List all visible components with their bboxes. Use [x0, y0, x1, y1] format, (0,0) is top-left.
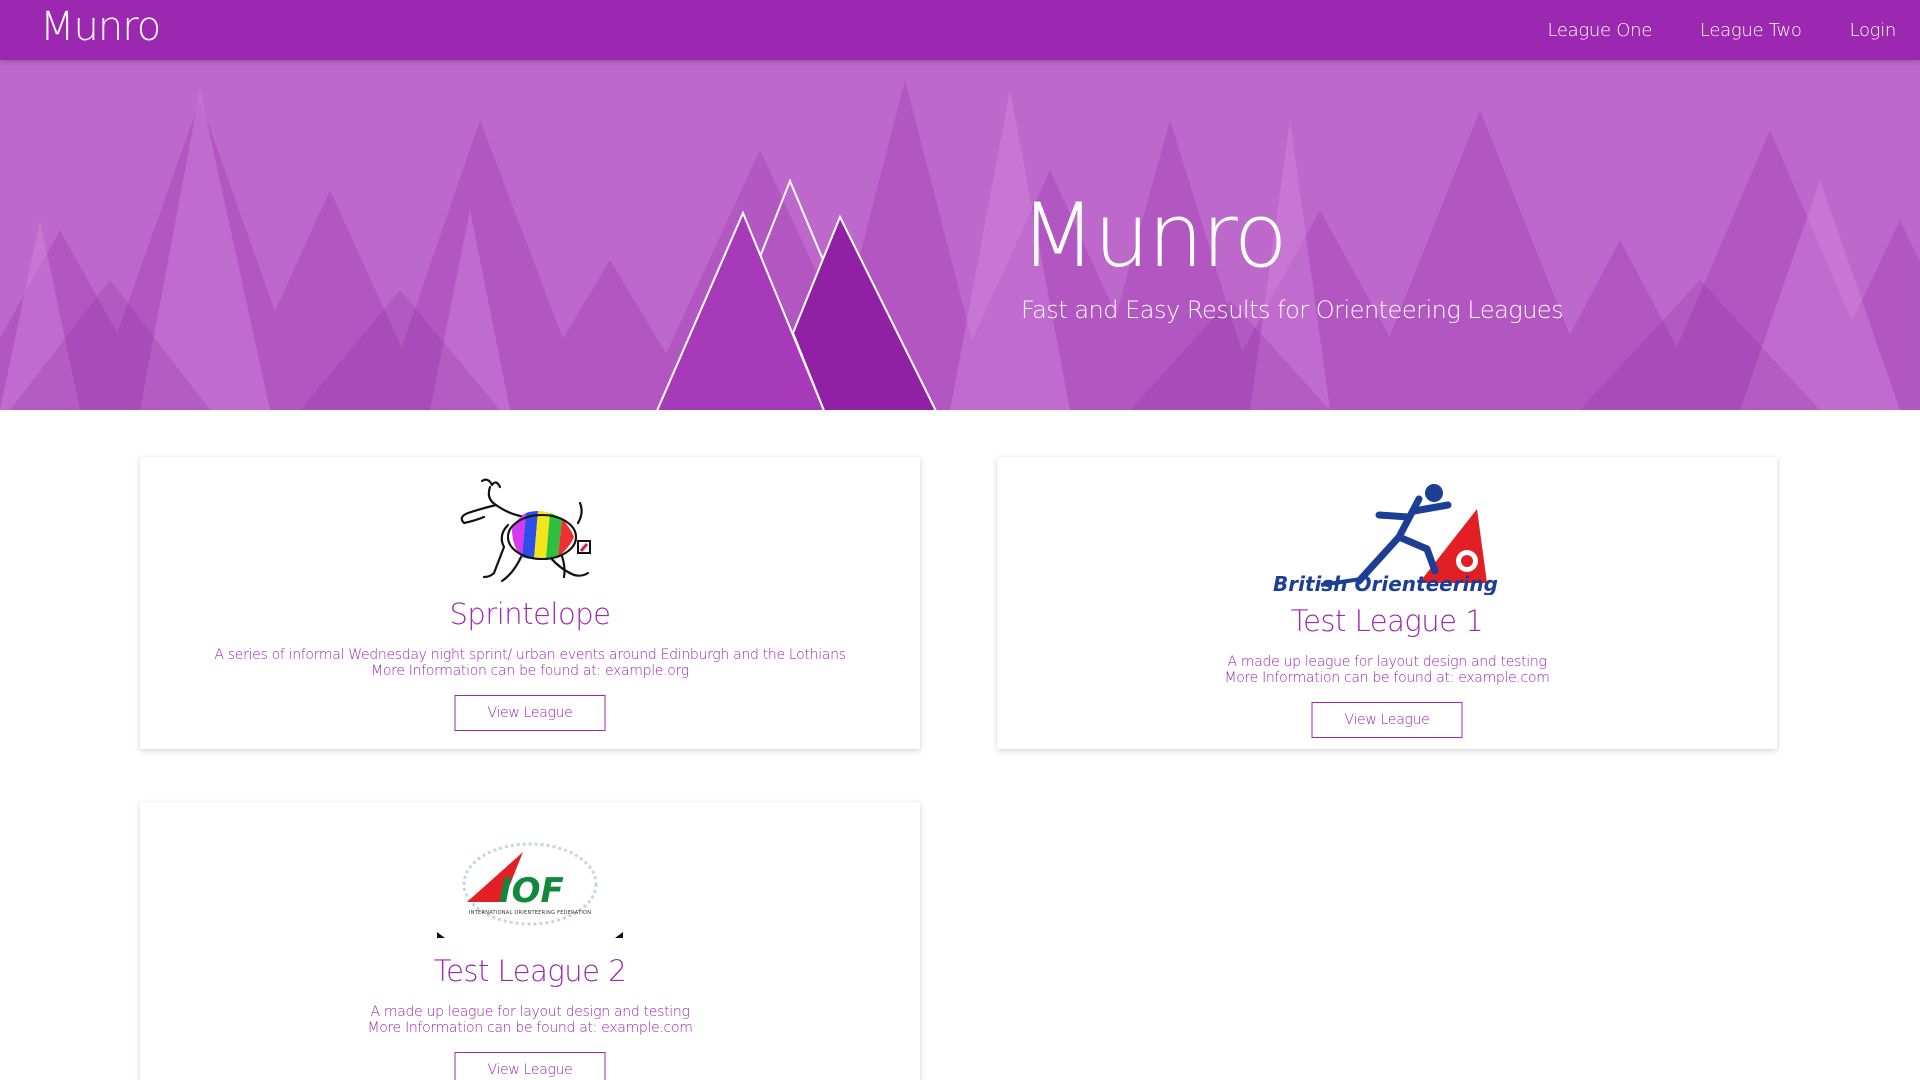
league-more-info: More Information can be found at: exampl…: [1224, 670, 1550, 686]
iof-logo-icon: IOF INTERNATIONAL ORIENTEERING FEDERATIO…: [437, 838, 623, 938]
british-orienteering-logo-text: British Orienteering: [1273, 572, 1498, 595]
league-card-test-league-2: IOF INTERNATIONAL ORIENTEERING FEDERATIO…: [140, 802, 920, 1080]
league-title: Test League 2: [433, 954, 627, 988]
top-navbar: Munro League One League Two Login: [0, 0, 1920, 60]
view-league-button[interactable]: View League: [1311, 702, 1463, 738]
mountain-logo-icon: [656, 178, 937, 410]
league-description: A series of informal Wednesday night spr…: [214, 647, 846, 663]
mountain-background-pattern: [0, 80, 1920, 410]
hero-title: Munro: [1020, 184, 1288, 287]
british-orienteering-logo-icon: British Orienteering: [1273, 484, 1498, 595]
league-description: A made up league for layout design and t…: [370, 1004, 690, 1020]
league-more-info: More Information can be found at: exampl…: [371, 663, 689, 679]
iof-logo-text: IOF: [499, 871, 564, 911]
league-title: Sprintelope: [449, 597, 611, 631]
league-title: Test League 1: [1290, 604, 1484, 638]
iof-logo-subtext: INTERNATIONAL ORIENTEERING FEDERATION: [469, 910, 591, 916]
nav-link-league-one[interactable]: League One: [1548, 20, 1653, 41]
nav-links: League One League Two Login: [1500, 0, 1897, 60]
league-description: A made up league for layout design and t…: [1227, 654, 1547, 670]
brand-link[interactable]: Munro: [40, 4, 161, 50]
league-more-info: More Information can be found at: exampl…: [367, 1020, 693, 1036]
view-league-button[interactable]: View League: [454, 1052, 606, 1080]
league-card-sprintelope: Sprintelope A series of informal Wednesd…: [140, 457, 920, 749]
league-card-test-league-1: British Orienteering Test League 1 A mad…: [997, 457, 1777, 749]
hero-banner: Munro Fast and Easy Results for Orientee…: [0, 60, 1920, 410]
nav-link-league-two[interactable]: League Two: [1700, 20, 1802, 41]
nav-link-login[interactable]: Login: [1850, 20, 1897, 41]
view-league-button[interactable]: View League: [454, 695, 606, 731]
sprintelope-logo-icon: [460, 478, 591, 583]
hero-subtitle: Fast and Easy Results for Orienteering L…: [1021, 296, 1564, 324]
